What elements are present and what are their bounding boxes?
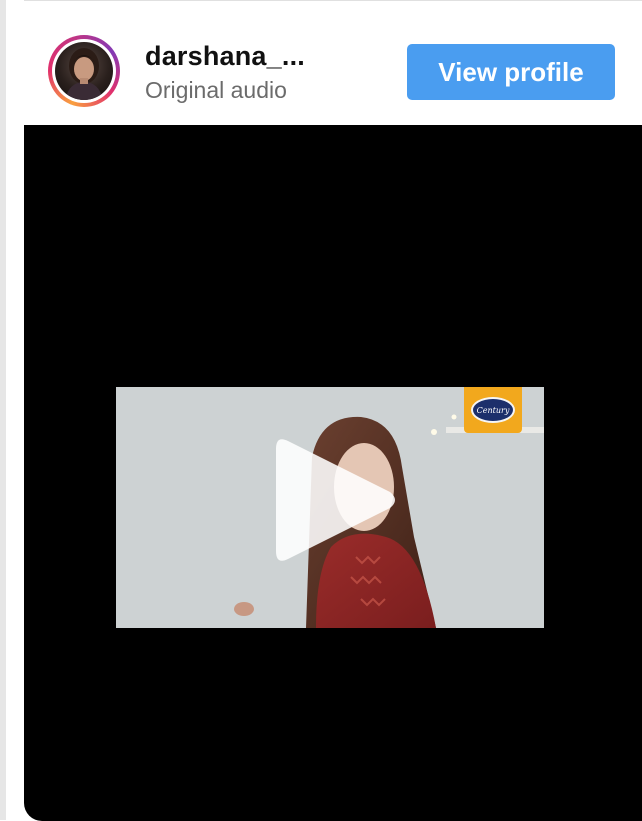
play-icon[interactable] [274, 433, 400, 567]
post-header: darshana_... Original audio View profile [24, 1, 642, 125]
username[interactable]: darshana_... [145, 41, 305, 72]
page-left-border [0, 0, 6, 820]
avatar[interactable] [48, 35, 120, 107]
audio-label[interactable]: Original audio [145, 77, 287, 104]
embedded-post-card: darshana_... Original audio View profile [24, 0, 642, 821]
avatar-image [55, 42, 113, 100]
view-profile-button[interactable]: View profile [407, 44, 615, 100]
video-player[interactable]: Century [24, 125, 642, 821]
brand-logo-text: Century [471, 397, 515, 423]
brand-logo: Century [464, 387, 522, 433]
